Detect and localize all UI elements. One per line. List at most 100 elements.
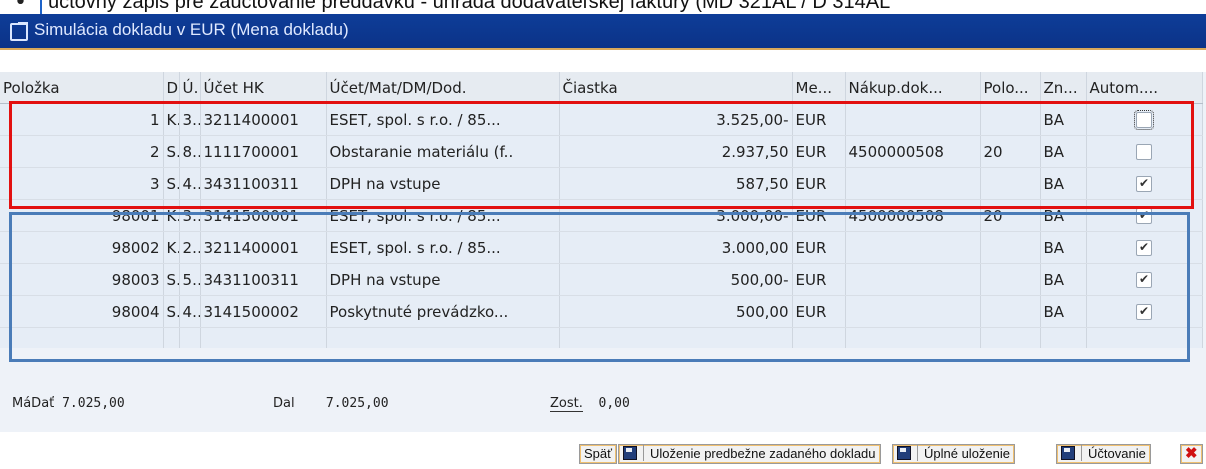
automatic-checkbox[interactable]: ✔ bbox=[1136, 240, 1152, 256]
cell-position: 1 bbox=[0, 103, 164, 136]
debit-total-label: MáDať bbox=[12, 396, 55, 411]
col-header-account-description[interactable]: Účet/Mat/DM/Dod. bbox=[326, 72, 560, 104]
cell-description: Poskytnuté prevádzko... bbox=[326, 295, 560, 328]
col-header-tax-code[interactable]: Zn... bbox=[1040, 72, 1087, 104]
bullet-icon: • bbox=[14, 0, 27, 14]
back-button[interactable]: Späť bbox=[579, 444, 618, 464]
cell-currency: EUR bbox=[792, 199, 846, 232]
cell-purchase-doc: 4500000508 bbox=[845, 135, 981, 168]
close-icon: ✖ bbox=[1185, 445, 1198, 462]
cell-amount: 500,00 bbox=[559, 295, 793, 328]
credit-total: Dal 7.025,00 bbox=[273, 396, 389, 411]
cell-item bbox=[980, 263, 1041, 296]
cell-description: Obstaranie materiálu (f.. bbox=[326, 135, 560, 168]
full-save-label: Úplné uloženie bbox=[924, 446, 1011, 461]
cell-currency: EUR bbox=[792, 263, 846, 296]
cell-amount: 587,50 bbox=[559, 167, 793, 200]
cell-purchase-doc bbox=[845, 103, 981, 136]
col-header-posting-key[interactable]: Ú.. bbox=[179, 72, 201, 104]
cell-automatic: ✔ bbox=[1086, 231, 1203, 264]
cell-tax-code: BA bbox=[1040, 103, 1087, 136]
cancel-button[interactable]: ✖ bbox=[1180, 444, 1203, 464]
automatic-checkbox[interactable]: ✔ bbox=[1136, 208, 1152, 224]
table-row[interactable]: 98003 S 50 3431100311 DPH na vstupe 500,… bbox=[0, 263, 1203, 296]
balance-label: Zost. bbox=[550, 396, 583, 412]
cell-currency: EUR bbox=[792, 167, 846, 200]
table-header-row: Položka D Ú.. Účet HK Účet/Mat/DM/Dod. Č… bbox=[0, 72, 1203, 104]
cell-debit-credit: S bbox=[163, 135, 180, 168]
cell-tax-code: BA bbox=[1040, 135, 1087, 168]
table-row[interactable]: 3 S 40 3431100311 DPH na vstupe 587,50 E… bbox=[0, 167, 1203, 200]
col-header-item[interactable]: Polo... bbox=[980, 72, 1041, 104]
document-caption: • účtovný zápis pre zaúčtovanie preddavk… bbox=[0, 0, 1206, 14]
cell-tax-code: BA bbox=[1040, 295, 1087, 328]
cell-currency: EUR bbox=[792, 135, 846, 168]
cell-debit-credit: S bbox=[163, 295, 180, 328]
document-line-items-table: Položka D Ú.. Účet HK Účet/Mat/DM/Dod. Č… bbox=[0, 72, 1203, 348]
cell-tax-code: BA bbox=[1040, 263, 1087, 296]
window-title: Simulácia dokladu v EUR (Mena dokladu) bbox=[34, 20, 349, 39]
cell-automatic: ✔ bbox=[1086, 167, 1203, 200]
table-row[interactable]: 98004 S 40 3141500002 Poskytnuté prevádz… bbox=[0, 295, 1203, 328]
cell-amount: 3.000,00 bbox=[559, 231, 793, 264]
cell-automatic bbox=[1086, 135, 1203, 168]
table-row[interactable]: 98001 K 39 3141500001 ESET, spol. s r.o.… bbox=[0, 199, 1203, 232]
balance-total: Zost. 0,00 bbox=[550, 396, 630, 412]
debit-total-value: 7.025,00 bbox=[62, 396, 125, 411]
cell-amount: 3.000,00- bbox=[559, 199, 793, 232]
col-header-debit-credit[interactable]: D bbox=[163, 72, 180, 104]
cell-amount: 500,00- bbox=[559, 263, 793, 296]
col-header-gl-account[interactable]: Účet HK bbox=[200, 72, 327, 104]
window-titlebar: Simulácia dokladu v EUR (Mena dokladu) bbox=[0, 14, 1206, 50]
cell-item: 20 bbox=[980, 199, 1041, 232]
cell-currency: EUR bbox=[792, 295, 846, 328]
full-save-button[interactable]: Úplné uloženie bbox=[892, 444, 1016, 464]
cell-description: DPH na vstupe bbox=[326, 167, 560, 200]
cell-currency: EUR bbox=[792, 103, 846, 136]
export-icon bbox=[10, 22, 28, 41]
cell-position: 98004 bbox=[0, 295, 164, 328]
automatic-checkbox[interactable] bbox=[1134, 110, 1154, 130]
automatic-checkbox[interactable]: ✔ bbox=[1136, 272, 1152, 288]
cell-posting-key: 39 bbox=[179, 199, 201, 232]
cell-purchase-doc: 4500000508 bbox=[845, 199, 981, 232]
table-row[interactable]: 98002 K 26 3211400001 ESET, spol. s r.o.… bbox=[0, 231, 1203, 264]
col-header-automatic[interactable]: Autom.... bbox=[1086, 72, 1203, 104]
cell-automatic: ✔ bbox=[1086, 199, 1203, 232]
cell-posting-key: 50 bbox=[179, 263, 201, 296]
col-header-purchase-doc[interactable]: Nákup.dok... bbox=[845, 72, 981, 104]
park-document-button[interactable]: Uloženie predbežne zadaného dokladu bbox=[618, 444, 881, 464]
balance-value: 0,00 bbox=[598, 396, 630, 411]
cell-description: DPH na vstupe bbox=[326, 263, 560, 296]
cell-posting-key: 40 bbox=[179, 167, 201, 200]
button-separator bbox=[643, 445, 644, 461]
cell-gl-account: 3431100311 bbox=[200, 167, 327, 200]
cell-description: ESET, spol. s r.o. / 85... bbox=[326, 199, 560, 232]
col-header-position[interactable]: Položka bbox=[0, 72, 164, 104]
cell-gl-account: 3431100311 bbox=[200, 263, 327, 296]
col-header-currency[interactable]: Me... bbox=[792, 72, 846, 104]
cell-automatic: ✔ bbox=[1086, 263, 1203, 296]
cell-position: 98002 bbox=[0, 231, 164, 264]
cell-purchase-doc bbox=[845, 231, 981, 264]
cell-tax-code: BA bbox=[1040, 199, 1087, 232]
cell-debit-credit: K bbox=[163, 103, 180, 136]
cell-description: ESET, spol. s r.o. / 85... bbox=[326, 103, 560, 136]
automatic-checkbox[interactable]: ✔ bbox=[1136, 304, 1152, 320]
save-icon bbox=[1061, 446, 1075, 460]
cell-posting-key: 31 bbox=[179, 103, 201, 136]
cell-amount: 2.937,50 bbox=[559, 135, 793, 168]
cell-position: 98003 bbox=[0, 263, 164, 296]
cell-posting-key: 26 bbox=[179, 231, 201, 264]
table-row[interactable]: 1 K 31 3211400001 ESET, spol. s r.o. / 8… bbox=[0, 103, 1203, 136]
col-header-amount[interactable]: Čiastka bbox=[559, 72, 793, 104]
automatic-checkbox[interactable]: ✔ bbox=[1136, 176, 1152, 192]
cell-purchase-doc bbox=[845, 263, 981, 296]
button-separator bbox=[1081, 445, 1082, 461]
cell-posting-key: 86 bbox=[179, 135, 201, 168]
post-button[interactable]: Účtovanie bbox=[1056, 444, 1151, 464]
automatic-checkbox[interactable] bbox=[1136, 144, 1152, 160]
park-document-label: Uloženie predbežne zadaného dokladu bbox=[650, 446, 876, 461]
cell-automatic bbox=[1086, 103, 1203, 136]
table-row[interactable]: 2 S 86 1111700001 Obstaranie materiálu (… bbox=[0, 135, 1203, 168]
